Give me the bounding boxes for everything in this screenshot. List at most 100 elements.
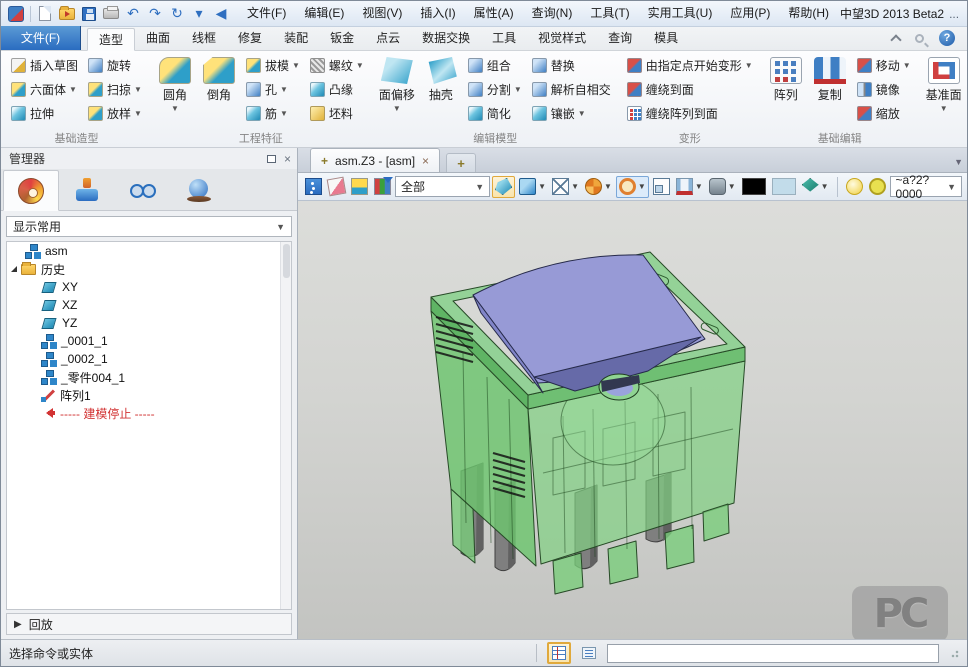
ribbon-tab-3[interactable]: 修复 (227, 27, 273, 50)
open-file-button[interactable] (57, 5, 77, 23)
ribbon-button-rib[interactable]: 筋▼ (243, 101, 303, 125)
ribbon-button-fillet[interactable]: 圆角▼ (153, 53, 197, 113)
panel-close-icon[interactable]: × (284, 152, 291, 166)
menu-item-1[interactable]: 编辑(E) (295, 1, 353, 26)
save-button[interactable] (79, 5, 99, 23)
menu-item-8[interactable]: 应用(P) (721, 1, 779, 26)
print-button[interactable] (101, 5, 121, 23)
resize-grip[interactable] (949, 648, 959, 658)
ribbon-button-resolve[interactable]: 解析自相交 (529, 77, 614, 101)
redo-button[interactable]: ↷ (145, 5, 165, 23)
tree-item-asm[interactable]: asm (7, 242, 291, 260)
new-tab-button[interactable]: + (446, 153, 476, 172)
help-button[interactable]: ? (939, 30, 955, 46)
face-color-button[interactable] (349, 176, 370, 198)
ribbon-button-draft[interactable]: 拔模▼ (243, 53, 303, 77)
ribbon-button-morph[interactable]: 由指定点开始变形▼ (624, 53, 756, 77)
ribbon-tab-8[interactable]: 工具 (481, 27, 527, 50)
tree-item-阵列1[interactable]: 阵列1 (7, 386, 291, 404)
search-icon[interactable] (915, 34, 924, 43)
eraser-button[interactable] (326, 176, 347, 198)
ribbon-tab-11[interactable]: 模具 (643, 27, 689, 50)
manager-tab-visual-manager[interactable] (115, 169, 171, 210)
ribbon-tab-1[interactable]: 曲面 (135, 27, 181, 50)
menu-item-9[interactable]: 帮助(H) (779, 1, 838, 26)
ribbon-button-datum[interactable]: 基准面▼ (922, 53, 966, 113)
manager-tab-history-manager[interactable] (3, 170, 59, 211)
circle-display-button[interactable]: ▼ (616, 176, 649, 198)
new-file-button[interactable] (35, 5, 55, 23)
manager-tab-view-manager[interactable] (171, 169, 227, 210)
ribbon-button-sweep[interactable]: 扫掠▼ (85, 77, 145, 101)
ribbon-button-revolve[interactable]: 旋转 (85, 53, 145, 77)
tree-item-历史[interactable]: 历史 (7, 260, 291, 278)
wireframe-button[interactable]: ▼ (550, 176, 581, 198)
ribbon-tab-10[interactable]: 查询 (597, 27, 643, 50)
menu-item-6[interactable]: 工具(T) (581, 1, 638, 26)
status-table-button[interactable] (547, 642, 571, 664)
edge-color-swatch-button[interactable] (740, 176, 768, 198)
tab-list-button[interactable]: ▼ (954, 157, 963, 167)
tree-item------ 建模停止 -----[interactable]: ----- 建模停止 ----- (7, 404, 291, 422)
ribbon-button-move[interactable]: 移动▼ (854, 53, 914, 77)
ribbon-button-wrap-face[interactable]: 缠绕到面 (624, 77, 756, 101)
entity-filter-button[interactable] (372, 176, 393, 198)
ribbon-button-mirror[interactable]: 镜像 (854, 77, 914, 101)
tree-filter-dropdown[interactable]: 显示常用 ▼ (6, 216, 292, 237)
ribbon-button-chamfer[interactable]: 倒角 (197, 53, 241, 103)
expander-icon[interactable] (11, 266, 17, 272)
ribbon-button-pattern[interactable]: 阵列 (764, 53, 808, 103)
pick-exit-button[interactable] (303, 176, 324, 198)
panel-restore-icon[interactable] (267, 155, 276, 163)
ribbon-button-copy[interactable]: 复制 (808, 53, 852, 103)
manager-tab-assembly-manager[interactable] (59, 169, 115, 210)
graphics-area[interactable]: PC PHPCMS.CN (298, 201, 967, 639)
tree-item-_0001_1[interactable]: _0001_1 (7, 332, 291, 350)
ribbon-button-sketch[interactable]: 插入草图 (8, 53, 81, 77)
ribbon-button-replace[interactable]: 替换 (529, 53, 614, 77)
layer-stack-button[interactable]: ▼ (800, 176, 831, 198)
ribbon-button-hole[interactable]: 孔▼ (243, 77, 303, 101)
ribbon-button-divide[interactable]: 分割▼ (465, 77, 525, 101)
menu-item-2[interactable]: 视图(V) (353, 1, 411, 26)
render-mode-button[interactable]: ▼ (707, 176, 738, 198)
tree-item-XY[interactable]: XY (7, 278, 291, 296)
status-list-button[interactable] (577, 642, 601, 664)
ribbon-tab-5[interactable]: 钣金 (319, 27, 365, 50)
tree-item-_0002_1[interactable]: _0002_1 (7, 350, 291, 368)
tree-scrollbar[interactable] (280, 242, 291, 609)
replay-bar[interactable]: ▶ 回放 (6, 613, 292, 635)
light-bulb-button[interactable] (844, 176, 865, 198)
tree-item-XZ[interactable]: XZ (7, 296, 291, 314)
menu-item-7[interactable]: 实用工具(U) (639, 1, 722, 26)
tree-item-YZ[interactable]: YZ (7, 314, 291, 332)
ribbon-button-box[interactable]: 六面体▼ (8, 77, 81, 101)
tree-item-_零件004_1[interactable]: _零件004_1 (7, 368, 291, 386)
command-input[interactable] (607, 644, 939, 663)
menu-item-5[interactable]: 查询(N) (523, 1, 582, 26)
regen-button[interactable]: ↻ (167, 5, 187, 23)
ribbon-button-combine[interactable]: 组合 (465, 53, 525, 77)
ribbon-button-wrap-pattern[interactable]: 缠绕阵列到面 (624, 101, 756, 125)
viewport-window-button[interactable] (651, 176, 672, 198)
menu-item-0[interactable]: 文件(F) (238, 1, 295, 26)
filter-combo[interactable]: 全部▼ (395, 176, 490, 197)
ribbon-tab-6[interactable]: 点云 (365, 27, 411, 50)
layer-combo[interactable]: ~a?2?0000▼ (890, 176, 962, 197)
collapse-button[interactable]: ◀ (211, 5, 231, 23)
layer-color-button[interactable] (867, 176, 888, 198)
ribbon-button-scale[interactable]: 缩放 (854, 101, 914, 125)
menu-item-4[interactable]: 属性(A) (465, 1, 523, 26)
section-view-button[interactable]: ▼ (583, 176, 614, 198)
ribbon-button-simplify[interactable]: 简化 (465, 101, 525, 125)
ribbon-tab-2[interactable]: 线框 (181, 27, 227, 50)
file-tab[interactable]: 文件(F) (1, 26, 81, 50)
shaded-button[interactable]: ▼ (517, 176, 548, 198)
ribbon-button-shell[interactable]: 抽壳 (419, 53, 463, 103)
ribbon-tab-0[interactable]: 造型 (87, 28, 135, 51)
tab-close-icon[interactable]: × (422, 154, 429, 168)
ribbon-button-thread[interactable]: 螺纹▼ (307, 53, 367, 77)
undo-button[interactable]: ↶ (123, 5, 143, 23)
toolbar-options-button[interactable]: ▾ (189, 5, 209, 23)
ribbon-button-extrude[interactable]: 拉伸 (8, 101, 81, 125)
